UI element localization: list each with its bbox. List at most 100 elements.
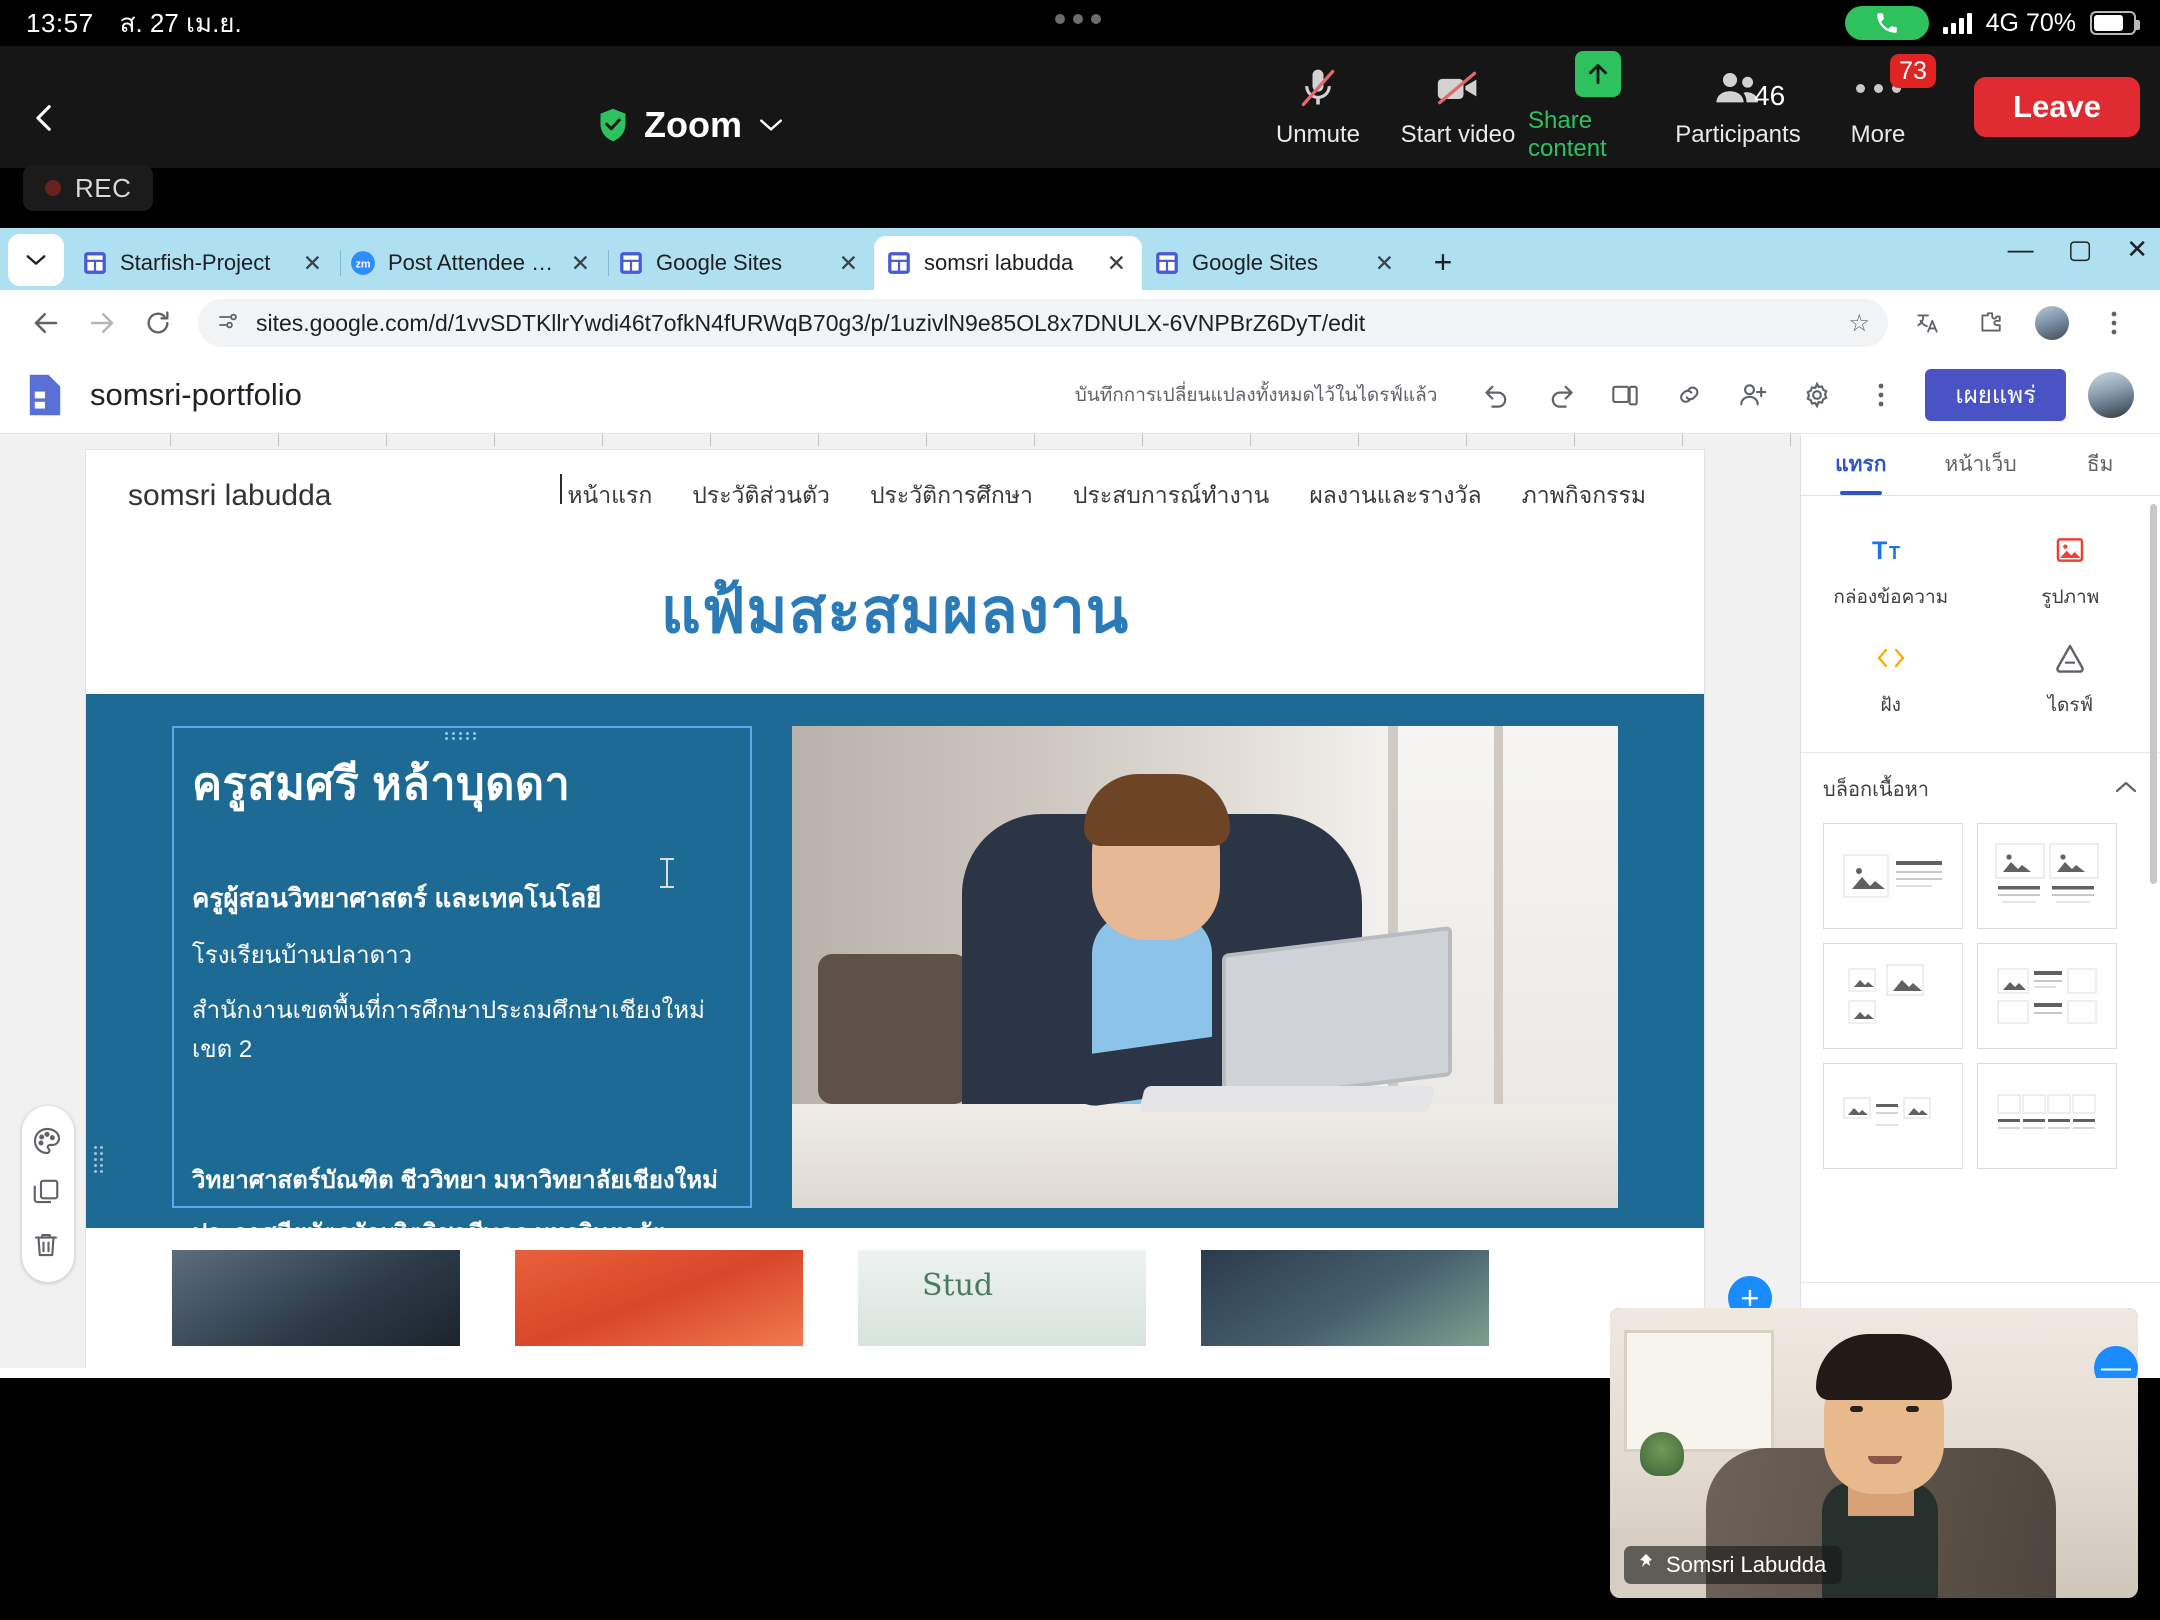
site-nav-item-profile[interactable]: ประวัติส่วนตัว: [692, 478, 830, 514]
new-tab-button[interactable]: +: [1420, 239, 1466, 285]
section-drag-handle-icon[interactable]: [94, 1146, 104, 1174]
participants-button[interactable]: 46 Participants: [1668, 46, 1808, 168]
tab-insert[interactable]: แทรก: [1801, 434, 1921, 495]
hero-blue-section[interactable]: ครูสมศรี หล้าบุดดา ครูผู้สอนวิทยาศาสตร์ …: [86, 694, 1704, 1228]
address-bar[interactable]: sites.google.com/d/1vvSDTKllrYwdi46t7ofk…: [198, 299, 1888, 347]
teacher-name[interactable]: ครูสมศรี หล้าบุดดา: [192, 756, 732, 812]
selected-text-box[interactable]: ครูสมศรี หล้าบุดดา ครูผู้สอนวิทยาศาสตร์ …: [172, 726, 752, 1208]
chevron-down-icon[interactable]: [758, 117, 784, 133]
start-video-button[interactable]: Start video: [1388, 46, 1528, 168]
site-nav-item-gallery[interactable]: ภาพกิจกรรม: [1522, 478, 1646, 514]
undo-icon[interactable]: [1471, 369, 1523, 421]
page-title[interactable]: somsri-portfolio: [90, 377, 302, 413]
close-icon[interactable]: ✕: [299, 250, 326, 277]
degree-line-1[interactable]: วิทยาศาสตร์บัณฑิต ชีววิทยา มหาวิทยาลัยเช…: [192, 1160, 732, 1199]
gear-icon[interactable]: [1791, 369, 1843, 421]
window-close-button[interactable]: ✕: [2126, 236, 2148, 262]
browser-tab[interactable]: Google Sites ✕: [606, 236, 874, 290]
translate-icon[interactable]: [1900, 295, 1956, 351]
unmute-button[interactable]: Unmute: [1248, 46, 1388, 168]
insert-embed-label: ฝัง: [1881, 690, 1901, 720]
gallery-thumbnail[interactable]: [858, 1250, 1146, 1346]
meeting-title-group[interactable]: Zoom: [598, 104, 784, 146]
site-nav-item-home[interactable]: หน้าแรก: [567, 478, 652, 514]
meeting-title: Zoom: [644, 104, 742, 146]
extensions-icon[interactable]: [1962, 295, 2018, 351]
insert-drive-button[interactable]: ไดรฟ์: [1981, 626, 2160, 734]
site-nav-item-education[interactable]: ประวัติการศึกษา: [870, 478, 1033, 514]
teacher-role[interactable]: ครูผู้สอนวิทยาศาสตร์ และเทคโนโลยี: [192, 878, 732, 919]
maximize-button[interactable]: ▢: [2068, 236, 2093, 262]
panel-scrollbar[interactable]: [2150, 504, 2157, 884]
publish-button[interactable]: เผยแพร่: [1925, 369, 2066, 421]
education-office[interactable]: สำนักงานเขตพื้นที่การศึกษาประถมศึกษาเชีย…: [192, 990, 732, 1068]
arrow-right-icon[interactable]: [74, 295, 130, 351]
gallery-thumbnail[interactable]: [1201, 1250, 1489, 1346]
star-icon[interactable]: ☆: [1848, 309, 1870, 338]
google-sites-icon: [1154, 250, 1180, 276]
status-center-dots: [1055, 14, 1101, 24]
kebab-menu-icon[interactable]: [1855, 369, 1907, 421]
self-video-tile[interactable]: Somsri Labudda: [1610, 1308, 2138, 1598]
palette-icon[interactable]: [31, 1125, 65, 1159]
browser-tab[interactable]: zm Post Attendee - Zoom ✕: [338, 236, 606, 290]
hero-title[interactable]: แฟ้มสะสมผลงาน: [86, 542, 1704, 694]
kebab-menu-icon[interactable]: [2086, 295, 2142, 351]
profile-avatar-icon[interactable]: [2024, 295, 2080, 351]
gallery-thumbnail[interactable]: [172, 1250, 460, 1346]
insert-text-box-button[interactable]: TT กล่องข้อความ: [1801, 518, 1981, 626]
browser-tab-active[interactable]: somsri labudda ✕: [874, 236, 1142, 290]
content-block-thumbnail[interactable]: [1823, 943, 1963, 1049]
content-block-thumbnail[interactable]: [1823, 1063, 1963, 1169]
content-blocks-section: บล็อกเนื้อหา: [1801, 752, 2160, 1169]
sites-editor-area: somsri labudda หน้าแรก ประวัติส่วนตัว ปร…: [0, 434, 2160, 1368]
leave-button[interactable]: Leave: [1974, 77, 2140, 137]
share-content-button[interactable]: Share content: [1528, 46, 1668, 168]
minimize-button[interactable]: —: [2008, 236, 2034, 262]
unmute-label: Unmute: [1276, 121, 1360, 149]
preview-icon[interactable]: [1599, 369, 1651, 421]
insert-embed-button[interactable]: ฝัง: [1801, 626, 1981, 734]
panel-tabs: แทรก หน้าเว็บ ธีม: [1801, 434, 2160, 496]
avatar[interactable]: [2088, 372, 2134, 418]
content-block-thumbnail[interactable]: [1977, 1063, 2117, 1169]
duplicate-icon[interactable]: [31, 1177, 65, 1211]
link-icon[interactable]: [1663, 369, 1715, 421]
site-nav-item-experience[interactable]: ประสบการณ์ทำงาน: [1073, 478, 1269, 514]
more-button[interactable]: 73 More: [1808, 46, 1948, 168]
close-icon[interactable]: ✕: [835, 250, 862, 277]
content-block-thumbnail[interactable]: [1977, 943, 2117, 1049]
tab-title: Google Sites: [656, 250, 823, 276]
content-block-thumbnail[interactable]: [1977, 823, 2117, 929]
url-text[interactable]: sites.google.com/d/1vvSDTKllrYwdi46t7ofk…: [256, 310, 1365, 337]
trash-icon[interactable]: [31, 1230, 65, 1264]
tab-themes[interactable]: ธีม: [2040, 434, 2160, 495]
content-block-thumbnail[interactable]: [1823, 823, 1963, 929]
browser-tab[interactable]: Google Sites ✕: [1142, 236, 1410, 290]
school-name[interactable]: โรงเรียนบ้านปลาดาว: [192, 935, 732, 974]
close-icon[interactable]: ✕: [1103, 250, 1130, 277]
add-person-icon[interactable]: [1727, 369, 1779, 421]
arrow-left-icon[interactable]: [18, 295, 74, 351]
insert-image-button[interactable]: รูปภาพ: [1981, 518, 2160, 626]
battery-icon: [2090, 11, 2136, 35]
browser-tab-strip: Starfish-Project ✕ zm Post Attendee - Zo…: [0, 228, 2160, 290]
hero-image[interactable]: [792, 726, 1618, 1208]
close-icon[interactable]: ✕: [567, 250, 594, 277]
drag-handle-icon[interactable]: [445, 732, 479, 742]
redo-icon[interactable]: [1535, 369, 1587, 421]
chevron-up-icon[interactable]: [2114, 780, 2138, 799]
phone-icon[interactable]: [1845, 6, 1929, 40]
reload-icon[interactable]: [130, 295, 186, 351]
browser-window: Starfish-Project ✕ zm Post Attendee - Zo…: [0, 228, 2160, 1378]
site-nav-item-awards[interactable]: ผลงานและรางวัล: [1309, 478, 1481, 514]
site-settings-icon[interactable]: [216, 309, 240, 338]
record-dot-icon: [45, 180, 61, 196]
gallery-thumbnail[interactable]: [515, 1250, 803, 1346]
close-icon[interactable]: ✕: [1371, 250, 1398, 277]
tab-search-button[interactable]: [8, 234, 64, 286]
tab-pages[interactable]: หน้าเว็บ: [1921, 434, 2041, 495]
back-arrow-icon[interactable]: [28, 101, 62, 135]
site-logo-text[interactable]: somsri labudda: [128, 479, 331, 513]
browser-tab[interactable]: Starfish-Project ✕: [70, 236, 338, 290]
